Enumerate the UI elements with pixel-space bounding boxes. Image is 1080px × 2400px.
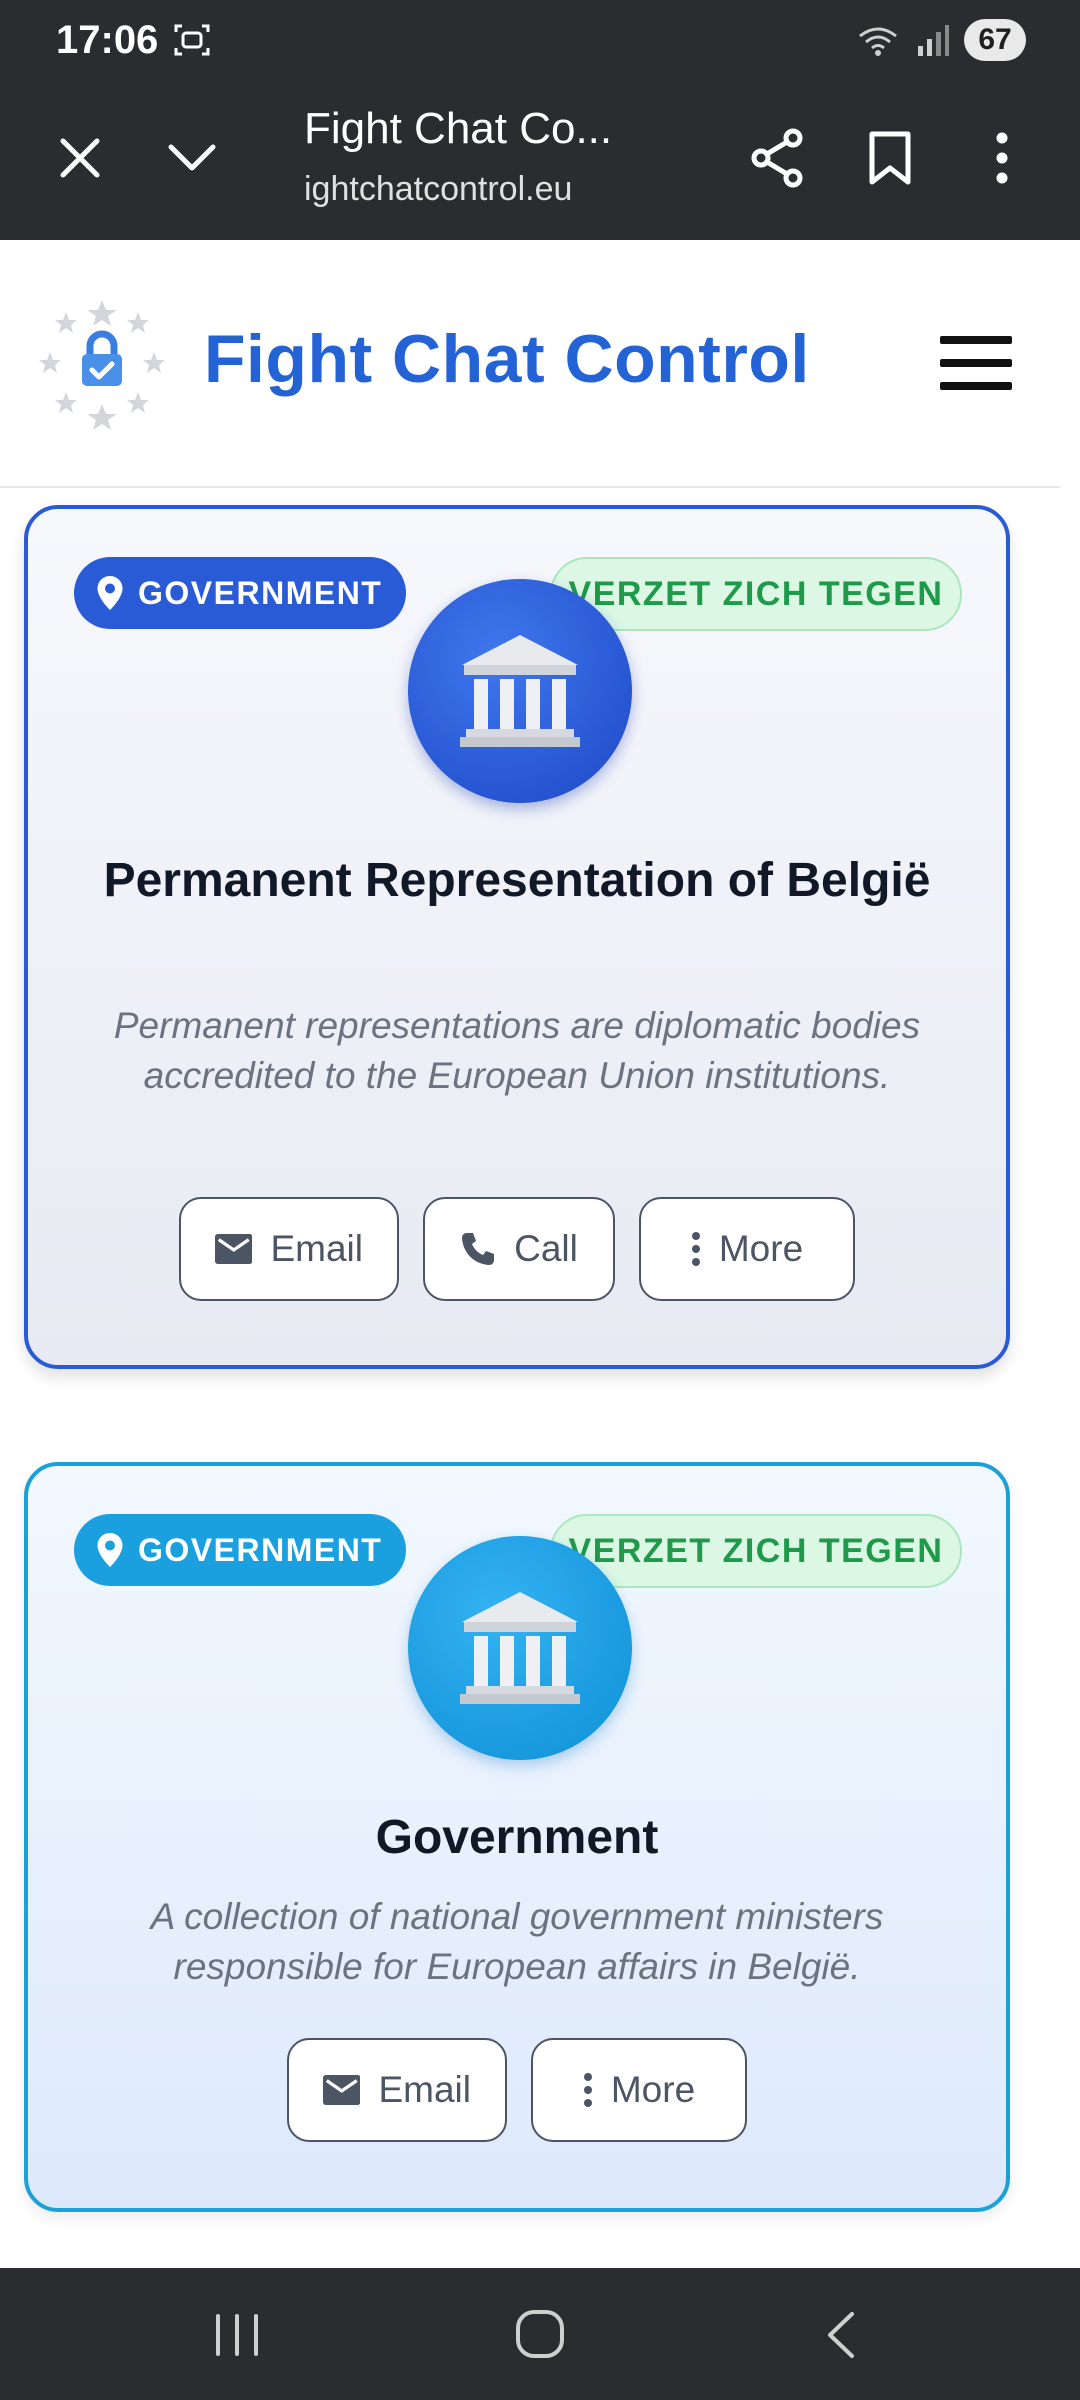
system-navigation-bar bbox=[0, 2268, 1080, 2400]
home-icon[interactable] bbox=[514, 2308, 566, 2360]
card-description: Permanent representations are diplomatic… bbox=[113, 1005, 921, 1096]
hamburger-menu-icon[interactable] bbox=[940, 336, 1012, 390]
logo-icon[interactable] bbox=[34, 296, 170, 432]
status-time: 17:06 bbox=[56, 18, 159, 62]
wifi-icon bbox=[859, 27, 897, 56]
category-label: GOVERNMENT bbox=[138, 574, 383, 611]
bookmark-button[interactable] bbox=[856, 124, 924, 192]
tab-title: Fight Chat Co... bbox=[304, 104, 613, 153]
status-icons: 67 bbox=[856, 18, 1026, 62]
minimize-button[interactable] bbox=[160, 126, 224, 190]
organization-card: GOVERNMENT VERZET ZICH TEGEN Government … bbox=[24, 1462, 1010, 2212]
building-avatar bbox=[408, 579, 632, 803]
email-label: Email bbox=[378, 2069, 471, 2110]
more-label: More bbox=[610, 2069, 696, 2110]
chevron-down-icon bbox=[168, 144, 216, 171]
card-actions: Email More bbox=[28, 2038, 1006, 2142]
share-icon bbox=[751, 128, 803, 188]
card-actions: Email Call More bbox=[28, 1197, 1006, 1301]
screenshot-icon bbox=[174, 24, 210, 56]
building-avatar bbox=[408, 1536, 632, 1760]
call-button[interactable]: Call bbox=[423, 1197, 615, 1301]
call-label: Call bbox=[514, 1228, 578, 1269]
email-button[interactable]: Email bbox=[179, 1197, 399, 1301]
more-button[interactable]: More bbox=[639, 1197, 855, 1301]
stance-badge: VERZET ZICH TEGEN bbox=[550, 1514, 962, 1588]
category-badge: GOVERNMENT bbox=[74, 557, 407, 629]
close-icon bbox=[60, 138, 100, 178]
category-label: GOVERNMENT bbox=[138, 1531, 383, 1568]
signal-icon bbox=[918, 25, 949, 56]
overflow-menu-button[interactable] bbox=[970, 124, 1034, 192]
classical-building-icon bbox=[460, 635, 580, 747]
browser-toolbar: Fight Chat Co... ightchatcontrol.eu bbox=[0, 80, 1080, 240]
email-label: Email bbox=[270, 1228, 363, 1269]
close-tab-button[interactable] bbox=[48, 126, 112, 190]
email-icon bbox=[215, 1234, 253, 1264]
card-title: Permanent Representation of België bbox=[103, 854, 931, 907]
site-title[interactable]: Fight Chat Control bbox=[204, 320, 810, 398]
classical-building-icon bbox=[460, 1592, 580, 1704]
more-button[interactable]: More bbox=[531, 2038, 747, 2142]
status-bar: 17:06 67 bbox=[0, 0, 1080, 80]
email-icon bbox=[323, 2075, 361, 2105]
location-pin-icon bbox=[97, 1533, 123, 1567]
phone-icon bbox=[462, 1233, 495, 1265]
organization-card: GOVERNMENT VERZET ZICH TEGEN Permanent R… bbox=[24, 505, 1010, 1369]
category-badge: GOVERNMENT bbox=[74, 1514, 407, 1586]
more-label: More bbox=[718, 1228, 804, 1269]
share-button[interactable] bbox=[744, 124, 812, 192]
email-button[interactable]: Email bbox=[287, 2038, 507, 2142]
site-header: Fight Chat Control bbox=[0, 240, 1060, 488]
more-vertical-icon bbox=[996, 132, 1008, 184]
tab-url[interactable]: ightchatcontrol.eu bbox=[304, 170, 572, 209]
card-description: A collection of national government mini… bbox=[150, 1896, 884, 1987]
recent-apps-icon[interactable] bbox=[212, 2312, 262, 2358]
stance-badge: VERZET ZICH TEGEN bbox=[550, 557, 962, 631]
battery-indicator: 67 bbox=[964, 19, 1026, 61]
card-title: Government bbox=[375, 1811, 659, 1864]
back-icon[interactable] bbox=[822, 2310, 858, 2360]
more-vertical-icon bbox=[691, 1232, 700, 1266]
bookmark-icon bbox=[869, 131, 911, 185]
more-vertical-icon bbox=[583, 2073, 592, 2107]
location-pin-icon bbox=[97, 576, 123, 610]
